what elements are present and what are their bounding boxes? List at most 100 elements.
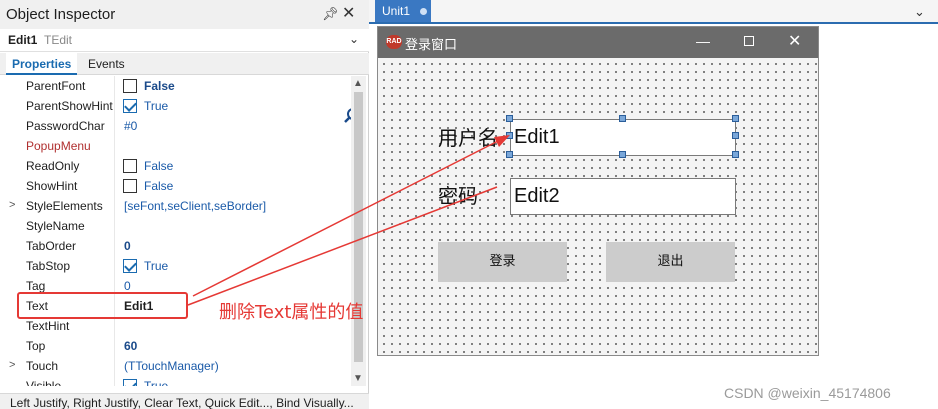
- form-caption: 登录窗口: [405, 38, 458, 53]
- selection-handle-bl[interactable]: [506, 151, 513, 158]
- property-row[interactable]: ReadOnly False: [0, 156, 351, 176]
- column-divider: [114, 376, 115, 386]
- inspector-title-bar: Object Inspector 📌︎ ✕: [0, 0, 369, 29]
- form-title-bar[interactable]: RAD 登录窗口 — ✕: [378, 27, 818, 58]
- login-button[interactable]: 登录: [438, 242, 567, 282]
- selection-handle-tr[interactable]: [732, 115, 739, 122]
- app-logo-icon: RAD: [386, 35, 402, 49]
- expand-chevron-icon[interactable]: >: [9, 359, 15, 371]
- property-row[interactable]: ParentFont False: [0, 76, 351, 96]
- property-row[interactable]: > StyleElements [seFont,seClient,seBorder]: [0, 196, 351, 216]
- property-checkbox[interactable]: [123, 379, 137, 386]
- column-divider: [114, 256, 115, 276]
- property-row[interactable]: TabStop True: [0, 256, 351, 276]
- selection-handle-ml[interactable]: [506, 132, 513, 139]
- tab-properties[interactable]: Properties: [6, 53, 78, 75]
- property-value[interactable]: True: [144, 379, 168, 386]
- property-value[interactable]: #0: [124, 119, 137, 133]
- selection-handle-mr[interactable]: [732, 132, 739, 139]
- property-name: StyleName: [26, 219, 85, 233]
- property-name: Top: [26, 339, 46, 353]
- property-value[interactable]: [seFont,seClient,seBorder]: [124, 199, 266, 213]
- form-client-area[interactable]: 用户名 Edit1 密码 Edit2 登录 退出: [378, 58, 818, 355]
- label-username[interactable]: 用户名: [438, 122, 498, 151]
- scroll-up-icon[interactable]: ▲: [353, 78, 363, 89]
- property-row[interactable]: PopupMenu: [0, 136, 351, 156]
- property-checkbox[interactable]: [123, 259, 137, 273]
- property-name: TabOrder: [26, 239, 77, 253]
- selection-handle-br[interactable]: [732, 151, 739, 158]
- close-icon[interactable]: ✕: [788, 31, 801, 51]
- expand-chevron-icon[interactable]: >: [9, 199, 15, 211]
- chevron-down-icon[interactable]: ⌄: [914, 4, 925, 20]
- property-name: Visible: [26, 379, 62, 386]
- property-value[interactable]: True: [144, 259, 168, 273]
- tab-events[interactable]: Events: [82, 53, 131, 75]
- property-value[interactable]: 60: [124, 339, 137, 353]
- property-row[interactable]: > Touch (TTouchManager): [0, 356, 351, 376]
- column-divider: [114, 336, 115, 356]
- annotation-text: 删除Text属性的值: [219, 302, 364, 323]
- property-row[interactable]: TabOrder 0: [0, 236, 351, 256]
- column-divider: [114, 316, 115, 336]
- property-value[interactable]: False: [144, 179, 173, 193]
- column-divider: [114, 76, 115, 96]
- component-name: Edit1: [8, 33, 38, 47]
- property-checkbox[interactable]: [123, 99, 137, 113]
- property-row[interactable]: ParentShowHint True: [0, 96, 351, 116]
- column-divider: [114, 136, 115, 156]
- column-divider: [114, 236, 115, 256]
- edit2-text: Edit2: [514, 185, 560, 207]
- column-divider: [114, 156, 115, 176]
- inspector-quick-actions[interactable]: Left Justify, Right Justify, Clear Text,…: [0, 393, 369, 409]
- inspector-title: Object Inspector: [6, 6, 116, 23]
- property-grid-scrollbar[interactable]: ▲ ▼: [351, 76, 366, 386]
- selection-handle-bm[interactable]: [619, 151, 626, 158]
- component-selector[interactable]: Edit1 TEdit ⌄: [0, 29, 369, 52]
- tab-unit1[interactable]: Unit1: [375, 0, 431, 22]
- column-divider: [114, 216, 115, 236]
- exit-button[interactable]: 退出: [606, 242, 735, 282]
- property-row[interactable]: ShowHint False: [0, 176, 351, 196]
- property-row[interactable]: PasswordChar #0: [0, 116, 351, 136]
- modified-dot-icon: [420, 8, 427, 15]
- edit1-text: Edit1: [514, 126, 560, 148]
- pin-icon[interactable]: 📌︎: [322, 6, 339, 22]
- property-value[interactable]: 0: [124, 239, 131, 253]
- property-name: ParentShowHint: [26, 99, 113, 113]
- property-checkbox[interactable]: [123, 179, 137, 193]
- column-divider: [114, 116, 115, 136]
- selection-handle-tm[interactable]: [619, 115, 626, 122]
- edit2-field[interactable]: Edit2: [510, 178, 736, 215]
- annotation-highlight-box: [17, 292, 188, 319]
- object-inspector-panel: Object Inspector 📌︎ ✕ Edit1 TEdit ⌄ Prop…: [0, 0, 369, 409]
- property-name: ShowHint: [26, 179, 78, 193]
- maximize-icon[interactable]: [744, 36, 754, 46]
- property-value[interactable]: False: [144, 159, 173, 173]
- property-row[interactable]: StyleName: [0, 216, 351, 236]
- minimize-icon[interactable]: —: [696, 33, 710, 49]
- property-value[interactable]: (TTouchManager): [124, 359, 219, 373]
- quick-actions-links[interactable]: Left Justify, Right Justify, Clear Text,…: [10, 396, 354, 409]
- property-row[interactable]: Top 60: [0, 336, 351, 356]
- selection-handle-tl[interactable]: [506, 115, 513, 122]
- property-value[interactable]: True: [144, 99, 168, 113]
- scroll-down-icon[interactable]: ▼: [353, 373, 363, 384]
- form-designer: Unit1 ⌄ RAD 登录窗口 — ✕ 用户名 Edit1 密码 Edit2 …: [369, 0, 938, 409]
- property-value[interactable]: False: [144, 79, 175, 93]
- property-checkbox[interactable]: [123, 159, 137, 173]
- document-tabs: Unit1 ⌄: [369, 0, 938, 24]
- property-name: PopupMenu: [26, 139, 91, 153]
- property-name: StyleElements: [26, 199, 103, 213]
- property-name: ReadOnly: [26, 159, 80, 173]
- column-divider: [114, 356, 115, 376]
- chevron-down-icon[interactable]: ⌄: [349, 32, 359, 46]
- close-icon[interactable]: ✕: [342, 3, 355, 23]
- column-divider: [114, 176, 115, 196]
- design-form-window[interactable]: RAD 登录窗口 — ✕ 用户名 Edit1 密码 Edit2 登录 退出: [377, 26, 819, 356]
- property-checkbox[interactable]: [123, 79, 137, 93]
- property-value[interactable]: 0: [124, 279, 131, 293]
- property-row[interactable]: Visible True: [0, 376, 351, 386]
- label-password[interactable]: 密码: [438, 180, 478, 209]
- property-name: TextHint: [26, 319, 70, 333]
